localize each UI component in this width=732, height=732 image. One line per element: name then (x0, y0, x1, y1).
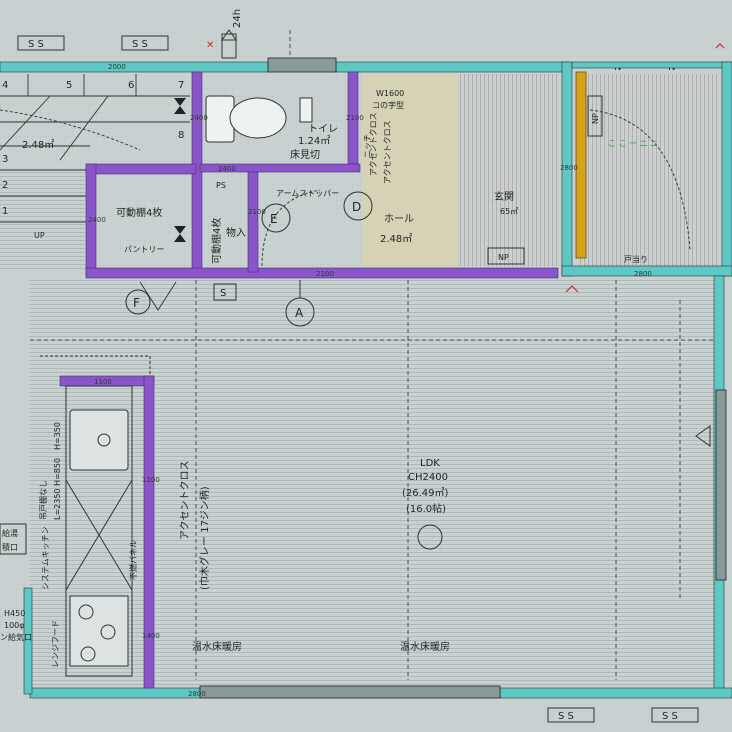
marker-a: A (295, 306, 304, 320)
right-room-floor (578, 74, 718, 266)
left-box-a: 給湯 (2, 528, 18, 538)
ss-mark: S S (132, 39, 148, 50)
kitchen-counter-note: システムキッチン (41, 526, 50, 590)
ldk-name: LDK (420, 458, 440, 469)
ldk-floor-heating: 温水床暖房 (400, 640, 450, 653)
genkan-np: NP (498, 253, 509, 262)
left-h450: H450 (4, 609, 25, 618)
ss-mark: S S (558, 711, 574, 722)
marker-e: E (270, 212, 278, 226)
closet-width: W1600 (376, 89, 404, 98)
toilet-area: 1.24㎡ (298, 135, 330, 147)
toilet-name: トイレ (308, 124, 338, 135)
stair-up-label: UP (34, 231, 45, 240)
marker-f: F (133, 296, 140, 310)
stair-step-number: 7 (178, 80, 184, 91)
genkan-floor (458, 74, 558, 266)
stair-step-number: 1 (2, 206, 8, 217)
right-room-np: NP (591, 113, 600, 124)
dimension: 2800 (634, 270, 652, 278)
storage-ps: PS (216, 181, 226, 190)
vent-label: 24h (232, 9, 243, 28)
left-vent: ン給気口 (0, 632, 32, 642)
ldk-floor (30, 278, 718, 686)
ldk-tatami: (16.0帖) (406, 502, 446, 515)
stair-step-number: 3 (2, 154, 8, 165)
hall-accent-cloth: アクセントクロス (383, 120, 392, 184)
ldk-accent-cloth: アクセントクロス (179, 461, 191, 541)
stair-floor (0, 170, 90, 270)
ldk-ceiling: CH2400 (408, 472, 448, 483)
hall-area: 2.48㎡ (380, 233, 412, 245)
marker-d: D (352, 200, 361, 214)
stair-step-number: 4 (2, 80, 8, 91)
dimension: 1400 (142, 632, 160, 640)
ldk-floor-heating: 温水床暖房 (192, 640, 242, 653)
kitchen-panel-note: 不燃パネル (128, 540, 138, 580)
stair-step-number: 6 (128, 80, 134, 91)
dimension: 1100 (142, 476, 160, 484)
dimension: 2100 (248, 208, 266, 216)
toilet-floor-note: 床見切 (290, 148, 320, 161)
kitchen-no-cabinet: 吊戸棚なし (38, 480, 48, 520)
dimension: 2800 (560, 164, 578, 172)
ss-mark: S S (28, 39, 44, 50)
vent-x-icon: ✕ (206, 40, 214, 51)
closet-shape: コの字型 (372, 100, 404, 110)
dimension: 2400 (190, 114, 208, 122)
ldk-area: (26.49㎡) (402, 487, 449, 499)
kitchen-hood-note: レンジフード (51, 620, 60, 668)
hall-name: ホール (384, 213, 414, 225)
floor-plan: S S S S S S S S S N N 24h ✕ (0, 0, 732, 732)
ldk-accent-cloth-note: (巾木グレー 17ジン柄) (198, 486, 211, 590)
right-room-cloth-note: こ こ ー ニ ニ (608, 139, 658, 148)
dimension: 2100 (346, 114, 364, 122)
pantry-name: パントリー (124, 245, 164, 254)
stair-step-number: 5 (66, 80, 72, 91)
left-phi100: 100φ (4, 621, 25, 630)
dimension: 2400 (88, 216, 106, 224)
dimension: 2400 (218, 165, 236, 173)
pantry-shelf: 可動棚4枚 (116, 206, 162, 219)
ss-mark: S S (662, 711, 678, 722)
stair-area: 2.48㎡ (22, 139, 54, 151)
stair-step-number: 8 (178, 130, 184, 141)
dimension: 1100 (94, 378, 112, 386)
right-room-door-note: 戸当り (624, 254, 648, 264)
storage-shelf: 可動棚4枚 (210, 218, 223, 264)
hall-niche: ニッチ (363, 134, 372, 158)
stair-step-number: 2 (2, 180, 8, 191)
left-box-b: 積口 (2, 542, 18, 552)
dimension: 2100 (316, 270, 334, 278)
dimension: 2000 (108, 63, 126, 71)
storage-name: 物入 (226, 226, 246, 239)
dimension: 2800 (188, 690, 206, 698)
kitchen-size-note: L=2350 H=850 (53, 458, 62, 520)
genkan-area: 65㎡ (500, 207, 518, 216)
genkan-name: 玄関 (494, 190, 514, 203)
hall-door-stopper: アームストッパー (276, 189, 339, 198)
s-mark: S (220, 288, 226, 299)
kitchen-dims: H=350 (53, 422, 62, 450)
